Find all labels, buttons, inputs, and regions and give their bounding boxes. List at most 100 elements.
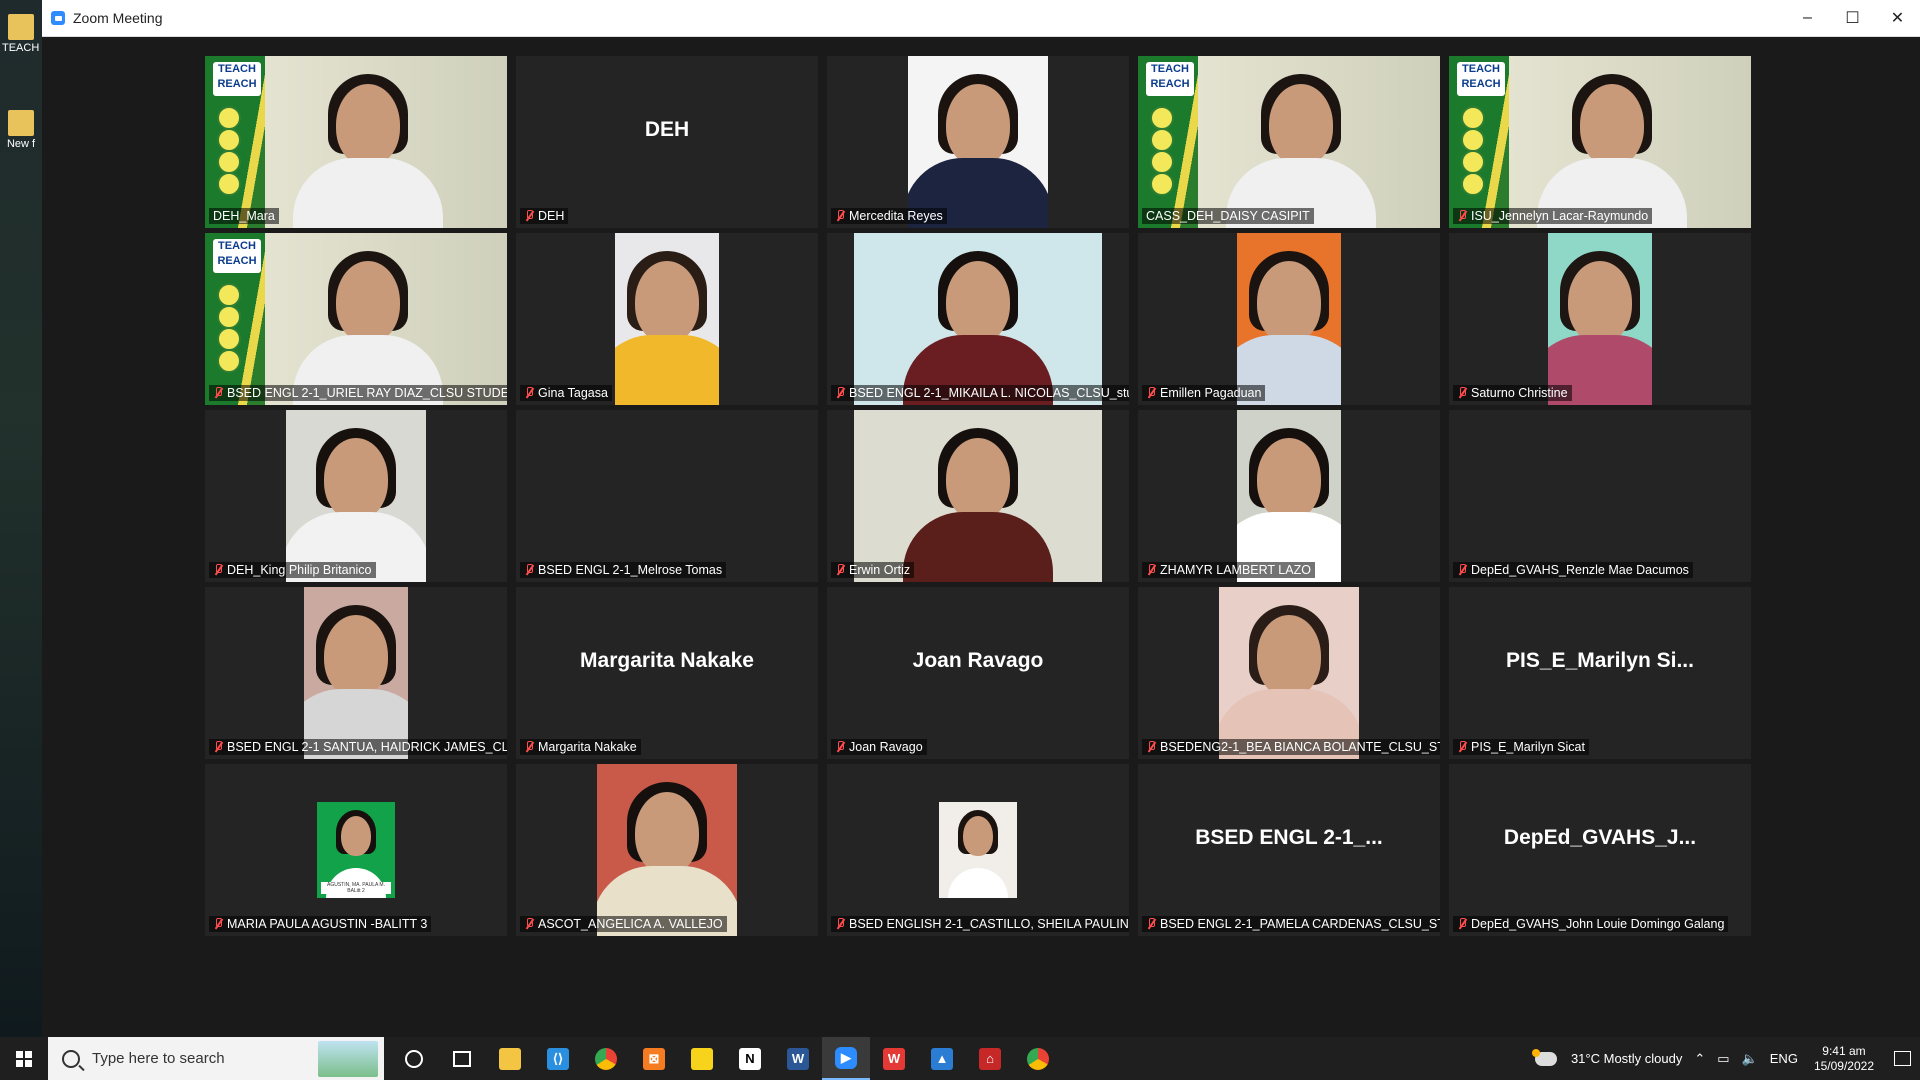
person-face (1257, 438, 1321, 520)
participant-name-label: CASS_DEH_DAISY CASIPIT (1142, 208, 1314, 224)
task-view-button[interactable] (438, 1037, 486, 1080)
notification-icon (1893, 1051, 1911, 1066)
participant-name: CASS_DEH_DAISY CASIPIT (1146, 209, 1310, 223)
cortana-button[interactable] (390, 1037, 438, 1080)
participant-tile[interactable]: Emillen Pagaduan (1138, 233, 1440, 405)
participant-name: DepEd_GVAHS_John Louie Domingo Galang (1471, 917, 1725, 931)
xampp-button[interactable]: ⊠ (630, 1037, 678, 1080)
participant-tile[interactable]: Gina Tagasa (516, 233, 818, 405)
chrome-profile-icon (1027, 1047, 1049, 1070)
participant-name-label: BSED ENGL 2-1 SANTUA, HAIDRICK JAMES_CL.… (209, 739, 507, 755)
participant-name: Saturno Christine (1471, 386, 1568, 400)
participant-name: Margarita Nakake (538, 740, 637, 754)
person-face (946, 438, 1010, 520)
vscode-button[interactable]: ⟨⟩ (534, 1037, 582, 1080)
desktop-icon-teach-reach[interactable]: TEACH REACH (2, 14, 40, 54)
participant-name: DEH (538, 209, 565, 223)
participant-name: Emillen Pagaduan (1160, 386, 1262, 400)
participant-tile[interactable]: BSEDENG2-1_BEA BIANCA BOLANTE_CLSU_ST... (1138, 587, 1440, 759)
seal-icon (1461, 106, 1485, 130)
participant-tile[interactable]: Margarita Nakake Margarita Nakake (516, 587, 818, 759)
participant-tile[interactable]: DEH DEH (516, 56, 818, 228)
language-indicator[interactable]: ENG (1770, 1051, 1798, 1066)
task-view-icon (453, 1050, 471, 1067)
participant-tile[interactable]: DepEd_GVAHS_Renzle Mae Dacumos (1449, 410, 1751, 582)
participant-tile[interactable]: BSED ENGL 2-1_... BSED ENGL 2-1_PAMELA CA… (1138, 764, 1440, 936)
folder-icon (8, 14, 34, 40)
photos-button[interactable]: ▲ (918, 1037, 966, 1080)
close-button[interactable]: ✕ (1875, 0, 1920, 36)
participant-display-name: PIS_E_Marilyn Si... (1506, 649, 1694, 672)
participant-tile[interactable]: BSED ENGL 2-1 SANTUA, HAIDRICK JAMES_CL.… (205, 587, 507, 759)
seal-icon (1150, 106, 1174, 130)
participant-tile[interactable]: AGUSTIN, MA. PAULA M. BALitt 2 MARIA PAUL… (205, 764, 507, 936)
participant-name: Mercedita Reyes (849, 209, 943, 223)
wps-button[interactable]: W (870, 1037, 918, 1080)
participant-tile[interactable]: BSED ENGLISH 2-1_CASTILLO, SHEILA PAULIN… (827, 764, 1129, 936)
teach-reach-logo: TEACH REACH (213, 239, 261, 273)
word-button[interactable]: W (774, 1037, 822, 1080)
zoom-taskbar-button[interactable]: ▶ (822, 1037, 870, 1080)
volume-icon[interactable]: 🔈 (1742, 1051, 1758, 1067)
notion-button[interactable]: N (726, 1037, 774, 1080)
participant-tile[interactable]: PIS_E_Marilyn Si... PIS_E_Marilyn Sicat (1449, 587, 1751, 759)
person-body (903, 512, 1053, 582)
cortana-icon (405, 1049, 423, 1068)
participant-tile[interactable]: DepEd_GVAHS_J... DepEd_GVAHS_John Louie D… (1449, 764, 1751, 936)
folder-icon (8, 110, 34, 136)
participant-name-label: ZHAMYR LAMBERT LAZO (1142, 562, 1315, 578)
participant-name: BSED ENGL 2-1_Melrose Tomas (538, 563, 723, 577)
clock-time: 9:41 am (1822, 1043, 1866, 1058)
taskbar-search[interactable]: Type here to search (48, 1037, 384, 1080)
zoom-window: Zoom Meeting – ☐ ✕ TEACH REACH DEH_Mara DE… (42, 0, 1920, 1037)
participant-tile[interactable]: DEH_King Philip Britanico (205, 410, 507, 582)
participant-tile[interactable]: BSED ENGL 2-1_Melrose Tomas (516, 410, 818, 582)
participant-display-name: BSED ENGL 2-1_... (1195, 826, 1383, 849)
seal-icon (1150, 172, 1174, 196)
network-icon[interactable]: ▭ (1717, 1051, 1729, 1067)
participant-tile[interactable]: Mercedita Reyes (827, 56, 1129, 228)
seal-icon (1150, 150, 1174, 174)
chrome-profile-button[interactable] (1014, 1037, 1062, 1080)
participant-tile[interactable]: TEACH REACH DEH_Mara (205, 56, 507, 228)
desktop-icon-new-folder[interactable]: New f (2, 110, 40, 150)
participant-name-label: DepEd_GVAHS_John Louie Domingo Galang (1453, 916, 1729, 932)
participant-tile[interactable]: Erwin Ortiz (827, 410, 1129, 582)
chrome-button[interactable] (582, 1037, 630, 1080)
participant-tile[interactable]: Joan Ravago Joan Ravago (827, 587, 1129, 759)
participant-name: Joan Ravago (849, 740, 923, 754)
participant-tile[interactable]: TEACH REACH CASS_DEH_DAISY CASIPIT (1138, 56, 1440, 228)
participant-tile[interactable]: TEACH REACH BSED ENGL 2-1_URIEL RAY DIAZ_… (205, 233, 507, 405)
participant-tile[interactable]: TEACH REACH ISU_Jennelyn Lacar-Raymundo (1449, 56, 1751, 228)
participant-name-label: PIS_E_Marilyn Sicat (1453, 739, 1589, 755)
weather-icon (1531, 1048, 1557, 1066)
muted-mic-icon (1457, 387, 1467, 399)
participant-name-label: Margarita Nakake (520, 739, 641, 755)
search-highlight-image (318, 1040, 378, 1077)
participant-tile[interactable]: BSED ENGL 2-1_MIKAILA L. NICOLAS_CLSU_st… (827, 233, 1129, 405)
person-face (635, 792, 699, 874)
minimize-button[interactable]: – (1785, 0, 1830, 36)
notification-center-button[interactable] (1884, 1037, 1920, 1080)
muted-mic-icon (1457, 210, 1467, 222)
participant-name: Gina Tagasa (538, 386, 608, 400)
clock[interactable]: 9:41 am 15/09/2022 (1814, 1044, 1874, 1074)
person-face (1580, 84, 1644, 166)
search-icon (62, 1049, 80, 1068)
participant-tile[interactable]: ZHAMYR LAMBERT LAZO (1138, 410, 1440, 582)
pdf-button[interactable]: ⌂ (966, 1037, 1014, 1080)
participant-tile[interactable]: ASCOT_ANGELICA A. VALLEJO (516, 764, 818, 936)
participant-name-label: DEH (520, 208, 569, 224)
chevron-up-icon[interactable]: ⌃ (1694, 1051, 1705, 1067)
participant-tile[interactable]: Saturno Christine (1449, 233, 1751, 405)
participant-name-label: Emillen Pagaduan (1142, 385, 1266, 401)
maximize-button[interactable]: ☐ (1830, 0, 1875, 36)
start-button[interactable] (0, 1037, 48, 1080)
participant-name: ISU_Jennelyn Lacar-Raymundo (1471, 209, 1649, 223)
file-explorer-button[interactable] (486, 1037, 534, 1080)
weather-text[interactable]: 31°C Mostly cloudy (1571, 1051, 1682, 1066)
participant-name: DEH_King Philip Britanico (227, 563, 372, 577)
zoom-icon: ▶ (835, 1046, 857, 1069)
person-body (948, 868, 1008, 898)
sticky-notes-button[interactable] (678, 1037, 726, 1080)
